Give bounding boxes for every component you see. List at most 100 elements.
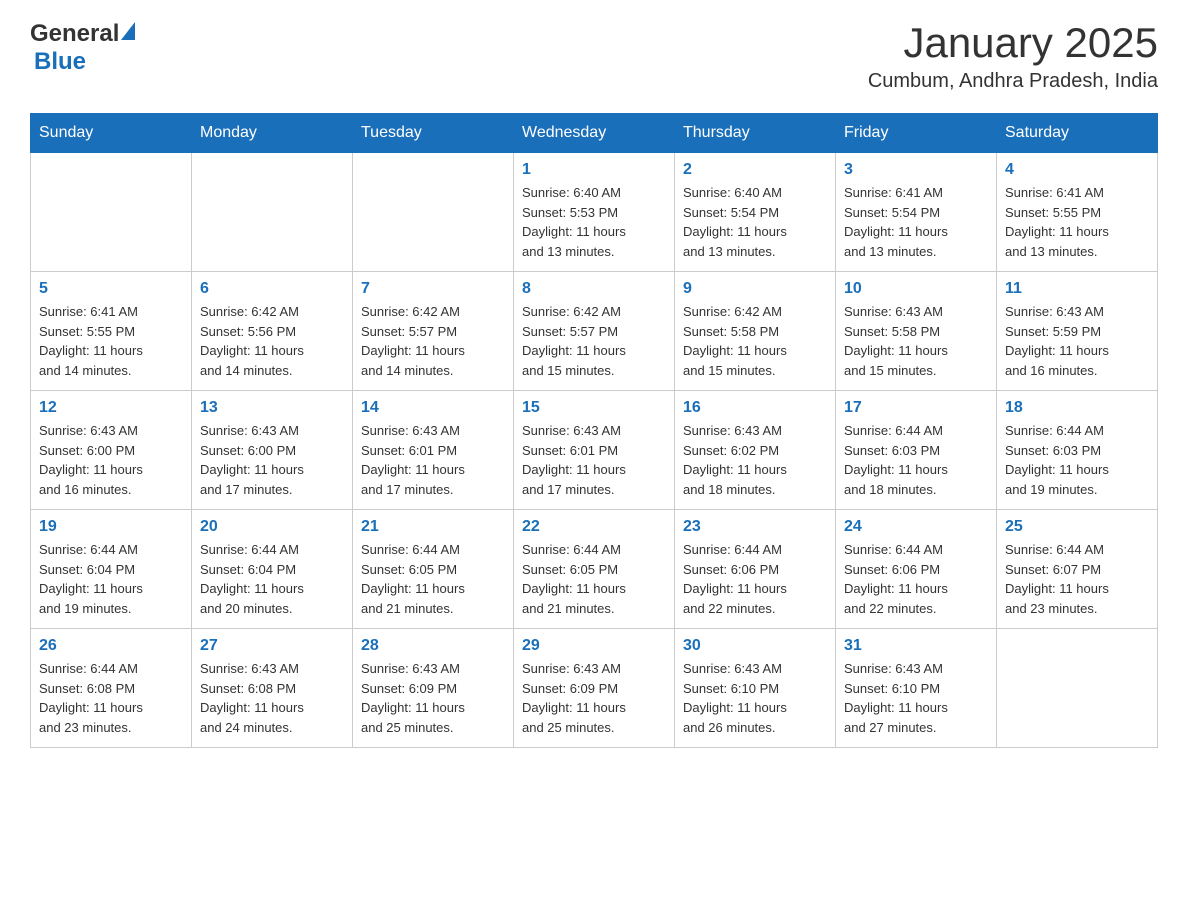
calendar-header-friday: Friday: [836, 114, 997, 153]
calendar-cell: 26Sunrise: 6:44 AM Sunset: 6:08 PM Dayli…: [31, 629, 192, 748]
day-info: Sunrise: 6:43 AM Sunset: 6:08 PM Dayligh…: [200, 659, 344, 737]
day-info: Sunrise: 6:41 AM Sunset: 5:55 PM Dayligh…: [39, 302, 183, 380]
calendar-cell: 24Sunrise: 6:44 AM Sunset: 6:06 PM Dayli…: [836, 510, 997, 629]
calendar-cell: 5Sunrise: 6:41 AM Sunset: 5:55 PM Daylig…: [31, 272, 192, 391]
calendar-cell: 16Sunrise: 6:43 AM Sunset: 6:02 PM Dayli…: [675, 391, 836, 510]
day-info: Sunrise: 6:42 AM Sunset: 5:57 PM Dayligh…: [522, 302, 666, 380]
day-info: Sunrise: 6:43 AM Sunset: 6:01 PM Dayligh…: [522, 421, 666, 499]
day-number: 31: [844, 637, 988, 655]
day-info: Sunrise: 6:43 AM Sunset: 5:59 PM Dayligh…: [1005, 302, 1149, 380]
calendar-cell: 27 Sunrise: 6:43 AM Sunset: 6:08 PM Dayli…: [192, 629, 353, 748]
day-number: 18: [1005, 399, 1149, 417]
location-title: Cumbum, Andhra Pradesh, India: [868, 70, 1158, 93]
day-info: Sunrise: 6:44 AM Sunset: 6:03 PM Dayligh…: [1005, 421, 1149, 499]
day-info: Sunrise: 6:44 AM Sunset: 6:04 PM Dayligh…: [39, 540, 183, 618]
day-number: 17: [844, 399, 988, 417]
day-number: 10: [844, 280, 988, 298]
day-info: Sunrise: 6:44 AM Sunset: 6:03 PM Dayligh…: [844, 421, 988, 499]
calendar-cell: 19 Sunrise: 6:44 AM Sunset: 6:04 PM Dayli…: [31, 510, 192, 629]
day-info: Sunrise: 6:42 AM Sunset: 5:58 PM Dayligh…: [683, 302, 827, 380]
calendar-cell: 29Sunrise: 6:43 AM Sunset: 6:09 PM Dayli…: [514, 629, 675, 748]
day-info: Sunrise: 6:43 AM Sunset: 5:58 PM Dayligh…: [844, 302, 988, 380]
calendar-cell: 7Sunrise: 6:42 AM Sunset: 5:57 PM Daylig…: [353, 272, 514, 391]
day-info: Sunrise: 6:43 AM Sunset: 6:09 PM Dayligh…: [522, 659, 666, 737]
calendar-header-thursday: Thursday: [675, 114, 836, 153]
calendar-cell: 20 Sunrise: 6:44 AM Sunset: 6:04 PM Dayli…: [192, 510, 353, 629]
day-info: Sunrise: 6:44 AM Sunset: 6:07 PM Dayligh…: [1005, 540, 1149, 618]
calendar-cell: 15 Sunrise: 6:43 AM Sunset: 6:01 PM Dayli…: [514, 391, 675, 510]
day-number: 9: [683, 280, 827, 298]
day-info: Sunrise: 6:40 AM Sunset: 5:54 PM Dayligh…: [683, 183, 827, 261]
calendar-cell: 12 Sunrise: 6:43 AM Sunset: 6:00 PM Dayli…: [31, 391, 192, 510]
day-number: 22: [522, 518, 666, 536]
calendar-cell: 4 Sunrise: 6:41 AM Sunset: 5:55 PM Daylig…: [997, 153, 1158, 272]
day-number: 2: [683, 161, 827, 179]
calendar-table: SundayMondayTuesdayWednesdayThursdayFrid…: [30, 113, 1158, 748]
day-info: Sunrise: 6:44 AM Sunset: 6:06 PM Dayligh…: [683, 540, 827, 618]
day-info: Sunrise: 6:44 AM Sunset: 6:06 PM Dayligh…: [844, 540, 988, 618]
calendar-week-row: 26Sunrise: 6:44 AM Sunset: 6:08 PM Dayli…: [31, 629, 1158, 748]
calendar-cell: 21 Sunrise: 6:44 AM Sunset: 6:05 PM Dayli…: [353, 510, 514, 629]
calendar-cell: 13Sunrise: 6:43 AM Sunset: 6:00 PM Dayli…: [192, 391, 353, 510]
month-title: January 2025: [868, 20, 1158, 66]
day-info: Sunrise: 6:41 AM Sunset: 5:55 PM Dayligh…: [1005, 183, 1149, 261]
day-number: 28: [361, 637, 505, 655]
calendar-header-wednesday: Wednesday: [514, 114, 675, 153]
calendar-cell: 11 Sunrise: 6:43 AM Sunset: 5:59 PM Dayli…: [997, 272, 1158, 391]
day-number: 23: [683, 518, 827, 536]
calendar-cell: [997, 629, 1158, 748]
day-number: 12: [39, 399, 183, 417]
day-number: 19: [39, 518, 183, 536]
calendar-cell: 6 Sunrise: 6:42 AM Sunset: 5:56 PM Daylig…: [192, 272, 353, 391]
day-number: 25: [1005, 518, 1149, 536]
calendar-cell: 22Sunrise: 6:44 AM Sunset: 6:05 PM Dayli…: [514, 510, 675, 629]
calendar-cell: [353, 153, 514, 272]
page-header: General Blue January 2025 Cumbum, Andhra…: [30, 20, 1158, 93]
day-info: Sunrise: 6:44 AM Sunset: 6:08 PM Dayligh…: [39, 659, 183, 737]
day-number: 20: [200, 518, 344, 536]
day-number: 15: [522, 399, 666, 417]
calendar-cell: 1Sunrise: 6:40 AM Sunset: 5:53 PM Daylig…: [514, 153, 675, 272]
logo-blue-text: Blue: [34, 48, 86, 75]
calendar-header-tuesday: Tuesday: [353, 114, 514, 153]
calendar-cell: 9 Sunrise: 6:42 AM Sunset: 5:58 PM Daylig…: [675, 272, 836, 391]
day-number: 11: [1005, 280, 1149, 298]
calendar-week-row: 19 Sunrise: 6:44 AM Sunset: 6:04 PM Dayli…: [31, 510, 1158, 629]
day-number: 14: [361, 399, 505, 417]
day-info: Sunrise: 6:44 AM Sunset: 6:05 PM Dayligh…: [361, 540, 505, 618]
calendar-cell: 25 Sunrise: 6:44 AM Sunset: 6:07 PM Dayli…: [997, 510, 1158, 629]
calendar-cell: 2 Sunrise: 6:40 AM Sunset: 5:54 PM Daylig…: [675, 153, 836, 272]
day-info: Sunrise: 6:42 AM Sunset: 5:56 PM Dayligh…: [200, 302, 344, 380]
day-info: Sunrise: 6:43 AM Sunset: 6:00 PM Dayligh…: [200, 421, 344, 499]
calendar-cell: 18 Sunrise: 6:44 AM Sunset: 6:03 PM Dayli…: [997, 391, 1158, 510]
day-info: Sunrise: 6:43 AM Sunset: 6:10 PM Dayligh…: [844, 659, 988, 737]
day-number: 7: [361, 280, 505, 298]
calendar-header-sunday: Sunday: [31, 114, 192, 153]
day-number: 27: [200, 637, 344, 655]
calendar-cell: 8 Sunrise: 6:42 AM Sunset: 5:57 PM Daylig…: [514, 272, 675, 391]
calendar-week-row: 1Sunrise: 6:40 AM Sunset: 5:53 PM Daylig…: [31, 153, 1158, 272]
day-number: 6: [200, 280, 344, 298]
calendar-cell: 31 Sunrise: 6:43 AM Sunset: 6:10 PM Dayli…: [836, 629, 997, 748]
calendar-cell: 14Sunrise: 6:43 AM Sunset: 6:01 PM Dayli…: [353, 391, 514, 510]
calendar-header-monday: Monday: [192, 114, 353, 153]
day-info: Sunrise: 6:41 AM Sunset: 5:54 PM Dayligh…: [844, 183, 988, 261]
day-number: 4: [1005, 161, 1149, 179]
logo-arrow-icon: [121, 22, 135, 40]
calendar-cell: [31, 153, 192, 272]
calendar-cell: 3 Sunrise: 6:41 AM Sunset: 5:54 PM Daylig…: [836, 153, 997, 272]
day-number: 3: [844, 161, 988, 179]
day-info: Sunrise: 6:43 AM Sunset: 6:00 PM Dayligh…: [39, 421, 183, 499]
calendar-cell: 30Sunrise: 6:43 AM Sunset: 6:10 PM Dayli…: [675, 629, 836, 748]
calendar-cell: 23 Sunrise: 6:44 AM Sunset: 6:06 PM Dayli…: [675, 510, 836, 629]
day-number: 8: [522, 280, 666, 298]
day-info: Sunrise: 6:40 AM Sunset: 5:53 PM Dayligh…: [522, 183, 666, 261]
title-area: January 2025 Cumbum, Andhra Pradesh, Ind…: [868, 20, 1158, 93]
calendar-cell: [192, 153, 353, 272]
day-info: Sunrise: 6:44 AM Sunset: 6:04 PM Dayligh…: [200, 540, 344, 618]
day-number: 21: [361, 518, 505, 536]
day-info: Sunrise: 6:43 AM Sunset: 6:10 PM Dayligh…: [683, 659, 827, 737]
day-number: 16: [683, 399, 827, 417]
calendar-week-row: 5Sunrise: 6:41 AM Sunset: 5:55 PM Daylig…: [31, 272, 1158, 391]
calendar-header-saturday: Saturday: [997, 114, 1158, 153]
